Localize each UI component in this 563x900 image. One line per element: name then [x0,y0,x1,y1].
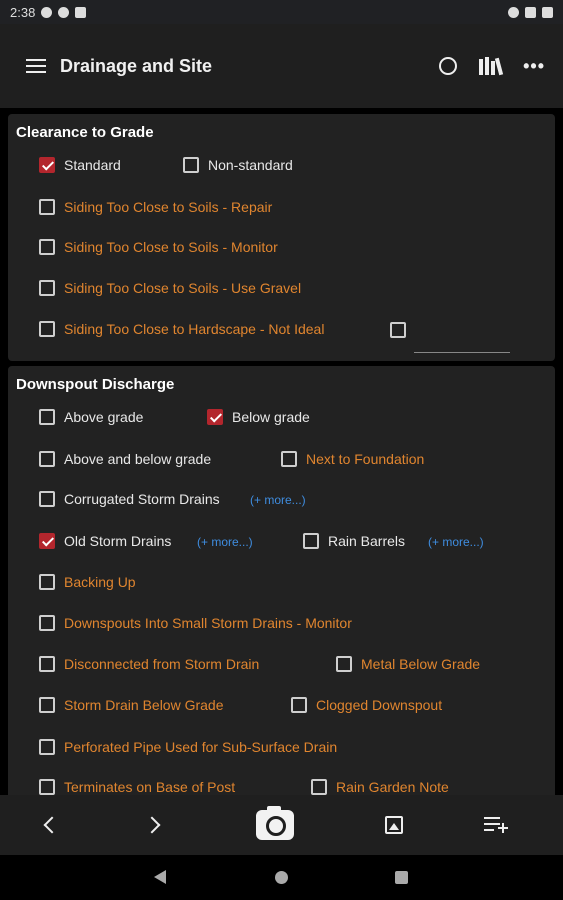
label-rain-garden[interactable]: Rain Garden Note [336,779,449,795]
checkbox-extra[interactable] [390,322,406,338]
checkbox-metal-below-grade[interactable] [336,656,352,672]
label-above-below-grade[interactable]: Above and below grade [64,451,211,467]
library-icon[interactable] [479,57,504,76]
forward-chevron-icon[interactable] [130,795,174,855]
label-terminates-post[interactable]: Terminates on Base of Post [64,779,235,795]
more-link-corrugated[interactable]: (+ more...) [250,493,306,507]
label-non-standard[interactable]: Non-standard [208,157,293,173]
label-standard[interactable]: Standard [64,157,121,173]
checkbox-disconnected[interactable] [39,656,55,672]
checkbox-below-grade[interactable] [207,409,223,425]
system-nav-bar [0,855,563,900]
section-title: Clearance to Grade [16,124,154,141]
add-list-icon[interactable] [474,795,518,855]
label-perforated-pipe[interactable]: Perforated Pipe Used for Sub-Surface Dra… [64,739,337,755]
label-metal-below-grade[interactable]: Metal Below Grade [361,656,480,672]
checkbox-above-grade[interactable] [39,409,55,425]
checkbox-terminates-post[interactable] [39,779,55,795]
section-title: Downspout Discharge [16,376,175,393]
label-siding-soils-gravel[interactable]: Siding Too Close to Soils - Use Gravel [64,280,301,296]
label-below-grade[interactable]: Below grade [232,409,310,425]
extra-text-field[interactable] [414,352,510,353]
checkbox-backing-up[interactable] [39,574,55,590]
checkbox-siding-soils-monitor[interactable] [39,239,55,255]
app-notification-icon [58,6,70,18]
checkbox-small-storm-drains[interactable] [39,615,55,631]
checkbox-storm-drain-below-grade[interactable] [39,697,55,713]
label-small-storm-drains[interactable]: Downspouts Into Small Storm Drains - Mon… [64,615,352,631]
status-time: 2:38 [10,4,36,20]
circle-icon[interactable] [439,57,458,75]
checkbox-next-to-foundation[interactable] [281,451,297,467]
more-link-old-storm-drains[interactable]: (+ more...) [197,535,253,549]
menu-icon[interactable] [26,59,46,73]
checkbox-clogged-downspout[interactable] [291,697,307,713]
content-scroll-area[interactable]: Clearance to Grade Standard Non-standard… [0,108,563,795]
checkbox-above-below-grade[interactable] [39,451,55,467]
gallery-icon[interactable] [372,795,416,855]
checkbox-standard[interactable] [39,157,55,173]
status-bar: 2:38 [0,0,563,24]
label-siding-soils-monitor[interactable]: Siding Too Close to Soils - Monitor [64,239,278,255]
wifi-icon [508,6,519,18]
notification-icon [41,6,53,18]
label-disconnected[interactable]: Disconnected from Storm Drain [64,656,259,672]
label-backing-up[interactable]: Backing Up [64,574,136,590]
downspout-section: Downspout Discharge Above grade Below gr… [8,366,555,795]
back-chevron-icon[interactable] [30,795,74,855]
battery-icon [542,6,553,18]
camera-icon[interactable] [250,795,300,855]
checkbox-rain-barrels[interactable] [303,533,319,549]
more-link-rain-barrels[interactable]: (+ more...) [428,535,484,549]
label-clogged-downspout[interactable]: Clogged Downspout [316,697,442,713]
checkbox-rain-garden[interactable] [311,779,327,795]
label-corrugated[interactable]: Corrugated Storm Drains [64,491,220,507]
bottom-toolbar [0,795,563,855]
checkbox-perforated-pipe[interactable] [39,739,55,755]
clearance-section: Clearance to Grade Standard Non-standard… [8,114,555,361]
checkbox-siding-soils-repair[interactable] [39,199,55,215]
nav-home-icon[interactable] [275,871,288,884]
label-old-storm-drains[interactable]: Old Storm Drains [64,533,171,549]
checkbox-siding-hardscape[interactable] [39,321,55,337]
more-icon[interactable]: ••• [523,56,545,77]
label-above-grade[interactable]: Above grade [64,409,143,425]
label-next-to-foundation[interactable]: Next to Foundation [306,451,424,467]
page-title: Drainage and Site [60,55,213,76]
checkbox-old-storm-drains[interactable] [39,533,55,549]
signal-icon [525,6,536,18]
app-bar: Drainage and Site ••• [0,24,563,108]
nav-back-icon[interactable] [154,870,166,884]
nav-recents-icon[interactable] [395,871,408,884]
label-storm-drain-below-grade[interactable]: Storm Drain Below Grade [64,697,224,713]
checkbox-siding-soils-gravel[interactable] [39,280,55,296]
label-siding-soils-repair[interactable]: Siding Too Close to Soils - Repair [64,199,272,215]
checkbox-non-standard[interactable] [183,157,199,173]
label-siding-hardscape[interactable]: Siding Too Close to Hardscape - Not Idea… [64,321,324,337]
sd-card-icon [75,6,87,18]
label-rain-barrels[interactable]: Rain Barrels [328,533,405,549]
checkbox-corrugated[interactable] [39,491,55,507]
